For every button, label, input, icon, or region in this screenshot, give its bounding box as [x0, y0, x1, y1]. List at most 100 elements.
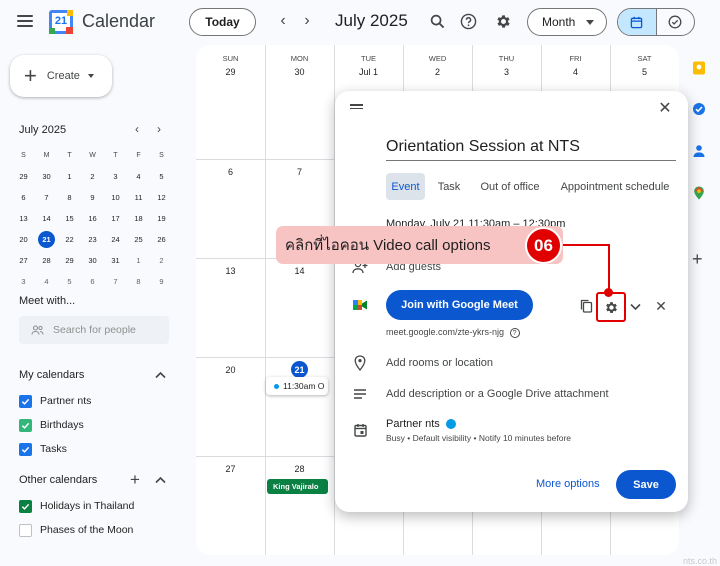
day-number[interactable]: 28 [265, 464, 334, 474]
mini-day[interactable]: 25 [127, 229, 150, 250]
remove-meet-close-icon[interactable]: ✕ [651, 296, 671, 316]
meet-info-icon[interactable]: ? [509, 328, 520, 338]
mini-day[interactable]: 18 [127, 208, 150, 229]
add-description-field[interactable]: Add description or a Google Drive attach… [386, 388, 609, 400]
chevron-up-icon[interactable] [155, 472, 166, 487]
mini-day[interactable]: 26 [150, 229, 173, 250]
mini-day[interactable]: 19 [150, 208, 173, 229]
mini-day[interactable]: 30 [35, 166, 58, 187]
mini-day[interactable]: 2 [81, 166, 104, 187]
mini-day[interactable]: 7 [35, 187, 58, 208]
day-number[interactable]: 27 [196, 464, 265, 474]
mini-previous-month-icon[interactable]: ‹ [135, 122, 139, 136]
mini-day[interactable]: 27 [12, 250, 35, 271]
mini-day[interactable]: 23 [81, 229, 104, 250]
mini-day[interactable]: 8 [58, 187, 81, 208]
mini-day[interactable]: 14 [35, 208, 58, 229]
mini-day[interactable]: 3 [104, 166, 127, 187]
close-icon[interactable]: ✕ [656, 99, 674, 117]
settings-gear-icon[interactable] [492, 10, 514, 32]
add-location-field[interactable]: Add rooms or location [386, 357, 493, 369]
tab-appointment-schedule[interactable]: Appointment schedule [555, 173, 675, 200]
day-number[interactable]: 2 [403, 67, 472, 77]
mini-day[interactable]: 31 [104, 250, 127, 271]
main-menu-icon[interactable] [17, 15, 33, 27]
next-period-icon[interactable]: › [297, 10, 317, 32]
mini-day[interactable]: 22 [58, 229, 81, 250]
mini-day[interactable]: 16 [81, 208, 104, 229]
today-button[interactable]: Today [189, 8, 256, 36]
search-people-input[interactable]: Search for people [19, 316, 169, 344]
day-number[interactable]: 20 [196, 365, 265, 375]
chevron-down-icon[interactable] [625, 297, 645, 317]
mini-day[interactable]: 10 [104, 187, 127, 208]
day-number[interactable]: 7 [265, 167, 334, 177]
mini-day[interactable]: 1 [127, 250, 150, 271]
mini-day[interactable]: 5 [58, 271, 81, 292]
mini-day[interactable]: 7 [104, 271, 127, 292]
mini-day[interactable]: 4 [35, 271, 58, 292]
calendar-details[interactable]: Busy • Default visibility • Notify 10 mi… [386, 433, 571, 443]
tab-event[interactable]: Event [386, 173, 425, 200]
mini-day[interactable]: 9 [81, 187, 104, 208]
mini-day[interactable]: 8 [127, 271, 150, 292]
tab-out-of-office[interactable]: Out of office [474, 173, 546, 200]
calendar-item-birthdays[interactable]: Birthdays [19, 417, 84, 433]
mini-day[interactable]: 24 [104, 229, 127, 250]
mini-day[interactable]: 6 [12, 187, 35, 208]
mini-day[interactable]: 20 [12, 229, 35, 250]
checkbox-checked-icon[interactable] [19, 442, 32, 456]
search-icon[interactable] [426, 10, 448, 32]
day-number[interactable]: 6 [196, 167, 265, 177]
mini-day[interactable]: 2 [150, 250, 173, 271]
help-icon[interactable] [457, 10, 479, 32]
checkbox-checked-icon[interactable] [19, 394, 32, 408]
calendar-selector[interactable]: Partner nts [386, 418, 456, 430]
mini-day[interactable]: 6 [81, 271, 104, 292]
mini-day[interactable]: 11 [127, 187, 150, 208]
save-button[interactable]: Save [616, 470, 676, 499]
event-title-input[interactable] [386, 134, 676, 161]
calendar-item-holidays-thailand[interactable]: Holidays in Thailand [19, 498, 134, 514]
day-number[interactable]: 4 [541, 67, 610, 77]
calendar-view-icon[interactable] [618, 9, 657, 35]
maps-icon[interactable] [692, 186, 706, 200]
checkbox-unchecked-icon[interactable] [19, 523, 32, 537]
calendar-item-tasks[interactable]: Tasks [19, 441, 67, 457]
tasks-icon[interactable] [692, 102, 706, 116]
mini-day[interactable]: 29 [12, 166, 35, 187]
mini-day[interactable]: 28 [35, 250, 58, 271]
meet-link-text[interactable]: meet.google.com/zte-ykrs-njg [386, 327, 504, 337]
mini-day[interactable]: 4 [127, 166, 150, 187]
tab-task[interactable]: Task [432, 173, 466, 200]
mini-day[interactable]: 13 [12, 208, 35, 229]
day-number[interactable]: 30 [265, 67, 334, 77]
checkbox-checked-icon[interactable] [19, 418, 32, 432]
previous-period-icon[interactable]: ‹ [273, 10, 293, 32]
event-chip[interactable]: 11:30am O [266, 377, 328, 395]
copy-link-icon[interactable] [576, 296, 596, 316]
today-day-number[interactable]: 21 [291, 361, 308, 378]
keep-icon[interactable] [692, 61, 706, 75]
get-add-ons-plus-icon[interactable]: + [692, 250, 706, 268]
join-google-meet-button[interactable]: Join with Google Meet [386, 290, 533, 320]
mini-day[interactable]: 29 [58, 250, 81, 271]
day-number[interactable]: Jul 1 [334, 67, 403, 77]
view-selector-dropdown[interactable]: Month [527, 8, 607, 36]
calendar-item-moon-phases[interactable]: Phases of the Moon [19, 522, 133, 538]
mini-day[interactable]: 15 [58, 208, 81, 229]
more-options-button[interactable]: More options [536, 478, 600, 490]
day-number[interactable]: 29 [196, 67, 265, 77]
day-number[interactable]: 3 [472, 67, 541, 77]
mini-day[interactable]: 3 [12, 271, 35, 292]
mini-day[interactable]: 12 [150, 187, 173, 208]
day-number[interactable]: 5 [610, 67, 679, 77]
day-number[interactable]: 14 [265, 266, 334, 276]
calendar-item-partner-nts[interactable]: Partner nts [19, 393, 91, 409]
holiday-event-chip[interactable]: King Vajiralo [267, 479, 328, 494]
mini-day[interactable]: 5 [150, 166, 173, 187]
chevron-up-icon[interactable] [155, 367, 166, 382]
mini-day[interactable]: 17 [104, 208, 127, 229]
drag-handle-icon[interactable] [350, 104, 363, 111]
add-calendar-plus-icon[interactable]: + [130, 470, 140, 490]
